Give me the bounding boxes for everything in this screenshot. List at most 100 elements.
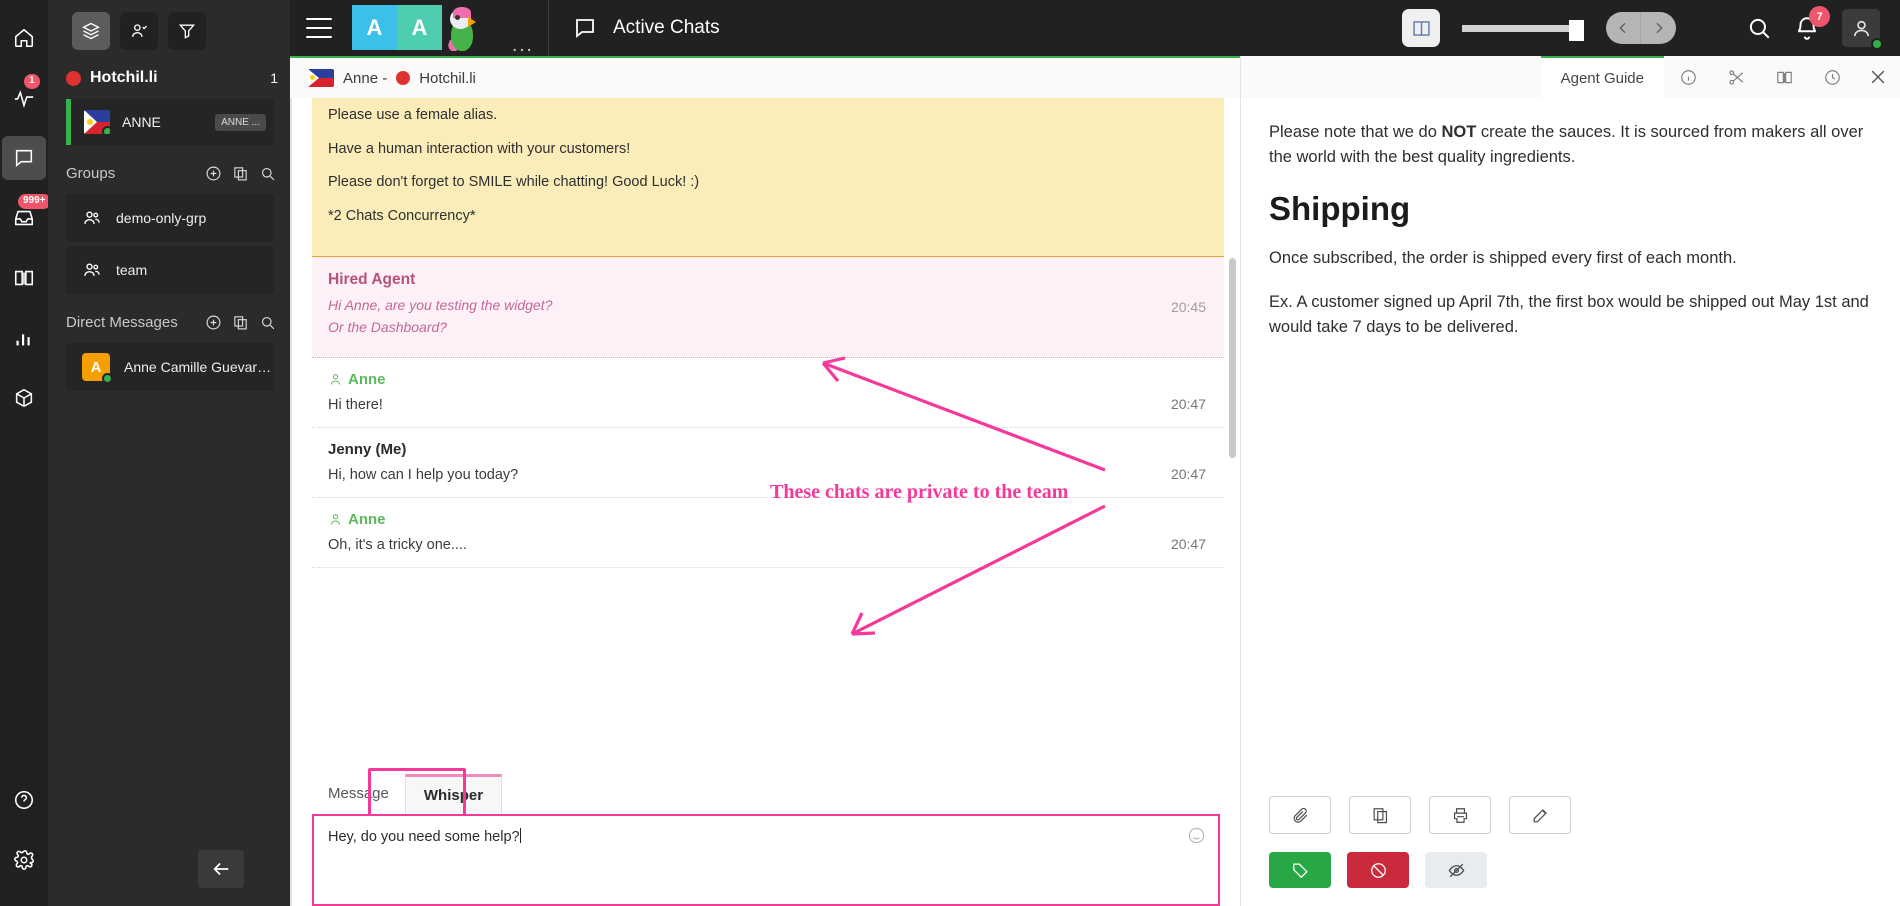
status-dot-icon xyxy=(396,71,411,85)
avatar-more-button[interactable]: ... xyxy=(512,35,534,57)
whisper-message: Hired Agent Hi Anne, are you testing the… xyxy=(312,257,1224,359)
tab-message[interactable]: Message xyxy=(312,773,405,814)
notifications-button[interactable]: 7 xyxy=(1794,6,1830,41)
pager xyxy=(1606,12,1676,44)
message-scrollbar[interactable] xyxy=(1229,258,1236,458)
topbar-right-controls: 7 xyxy=(1402,6,1900,50)
hide-chat-button[interactable] xyxy=(1425,852,1487,888)
print-button[interactable] xyxy=(1429,796,1491,834)
agent-guide-tabstrip: Agent Guide xyxy=(1241,56,1900,98)
group-label: team xyxy=(116,262,148,278)
parrot-avatar-icon[interactable] xyxy=(442,5,484,51)
panel-info-button[interactable] xyxy=(1664,56,1712,98)
avatar: A xyxy=(82,353,113,384)
message-body: Hi there! xyxy=(328,397,383,414)
rail-item-activity[interactable]: 1 xyxy=(2,74,46,120)
profile-button[interactable] xyxy=(1842,9,1883,50)
info-circle-icon xyxy=(1680,69,1696,85)
panel-close-button[interactable] xyxy=(1856,56,1900,98)
active-indicator-bar xyxy=(66,99,71,145)
edit-button[interactable] xyxy=(1509,796,1571,834)
rail-item-chats[interactable] xyxy=(2,136,46,180)
rail-item-settings[interactable] xyxy=(2,838,46,882)
sidebar-section-groups: Groups xyxy=(48,149,290,190)
book-icon xyxy=(14,270,34,286)
ph-flag-icon xyxy=(308,69,334,87)
inbox-badge: 999+ xyxy=(18,194,51,209)
split-pane-button[interactable] xyxy=(1402,9,1440,47)
ban-icon xyxy=(1370,862,1386,878)
guide-paragraph: Once subscribed, the order is shipped ev… xyxy=(1269,248,1737,267)
rail-item-inbox[interactable]: 999+ xyxy=(2,194,51,240)
paperclip-icon xyxy=(1293,807,1307,823)
tag-icon xyxy=(1292,863,1308,878)
duplicate-button[interactable] xyxy=(1349,796,1411,834)
panel-knowledge-button[interactable] xyxy=(1760,56,1808,98)
sidebar-tool-assigned[interactable] xyxy=(120,12,158,50)
rail-item-integrations[interactable] xyxy=(2,376,46,420)
message-body: Oh, it's a tricky one.... xyxy=(328,537,467,554)
panel-snippets-button[interactable] xyxy=(1712,56,1760,98)
message-input[interactable]: Hey, do you need some help? xyxy=(312,814,1220,906)
rail-item-knowledge[interactable] xyxy=(2,256,46,300)
message-author: Anne xyxy=(348,371,386,389)
search-icon[interactable] xyxy=(259,165,276,182)
message-author: Jenny (Me) xyxy=(328,441,407,459)
sidebar-tool-queues[interactable] xyxy=(72,12,110,50)
tab-agent-guide[interactable]: Agent Guide xyxy=(1540,56,1664,98)
slider-thumb[interactable] xyxy=(1569,20,1584,41)
message-author-row: Jenny (Me) xyxy=(328,441,1208,458)
whisper-line: Hi Anne, are you testing the widget? xyxy=(328,297,553,314)
rail-item-reports[interactable] xyxy=(2,316,46,360)
sidebar-tool-filter[interactable] xyxy=(168,12,206,50)
message-composer: Message Whisper Hey, do you need some he… xyxy=(290,762,1240,906)
pager-prev-button[interactable] xyxy=(1606,12,1641,44)
copy-icon[interactable] xyxy=(232,314,249,331)
briefing-line: Have a human interaction with your custo… xyxy=(328,140,631,157)
avatar[interactable]: A xyxy=(352,5,397,50)
text-caret xyxy=(519,828,521,843)
avatar[interactable]: A xyxy=(397,5,442,50)
panel-history-button[interactable] xyxy=(1808,56,1856,98)
sidebar-collapse-button[interactable] xyxy=(198,850,244,888)
chat-tab-anne[interactable]: Anne - Hotchil.li xyxy=(290,56,1240,98)
edit-icon xyxy=(1533,808,1547,822)
chat-tab-strip: Anne - Hotchil.li xyxy=(290,56,1240,98)
chat-column: Anne - Hotchil.li Please use a female al… xyxy=(290,56,1240,906)
agent-guide-actions xyxy=(1241,796,1900,906)
book-icon xyxy=(1776,71,1792,83)
group-title: Hotchil.li xyxy=(90,69,158,86)
global-search-button[interactable] xyxy=(1746,15,1772,41)
sidebar-active-chat[interactable]: ANNE ANNE ... xyxy=(66,99,274,145)
concurrency-slider[interactable] xyxy=(1462,20,1584,41)
groups-actions xyxy=(205,165,276,182)
plus-circle-icon[interactable] xyxy=(205,314,222,331)
hamburger-icon[interactable] xyxy=(306,18,332,38)
top-bar: A A ... Active Chats 7 xyxy=(290,0,1900,56)
attach-button[interactable] xyxy=(1269,796,1331,834)
rail-item-help[interactable] xyxy=(2,778,46,822)
toolbar-divider xyxy=(548,0,549,56)
tag-chat-button[interactable] xyxy=(1269,852,1331,888)
sidebar-section-dms: Direct Messages xyxy=(48,298,290,339)
ban-chat-button[interactable] xyxy=(1347,852,1409,888)
emoji-picker-button[interactable] xyxy=(1187,826,1206,849)
workspace: Anne - Hotchil.li Please use a female al… xyxy=(290,56,1900,906)
groups-label: Groups xyxy=(66,165,116,182)
guide-intro: Please note that we do NOT create the sa… xyxy=(1269,120,1872,170)
online-status-dot xyxy=(1871,38,1883,50)
sidebar-toolbar xyxy=(48,0,290,60)
users-icon xyxy=(84,263,100,276)
search-icon[interactable] xyxy=(259,314,276,331)
plus-circle-icon[interactable] xyxy=(205,165,222,182)
rail-item-home[interactable] xyxy=(2,16,46,60)
close-icon xyxy=(1871,70,1885,84)
sidebar-dm-anne-camille-guevarra[interactable]: A Anne Camille Guevarra (... xyxy=(66,343,274,391)
tab-whisper[interactable]: Whisper xyxy=(404,774,503,814)
sidebar-group-demo-only-grp[interactable]: demo-only-grp xyxy=(66,194,274,242)
agent-guide-actions-row-2 xyxy=(1269,852,1872,888)
sidebar-group-team[interactable]: team xyxy=(66,246,274,294)
notification-badge: 7 xyxy=(1809,6,1830,27)
pager-next-button[interactable] xyxy=(1641,12,1676,44)
copy-icon[interactable] xyxy=(232,165,249,182)
